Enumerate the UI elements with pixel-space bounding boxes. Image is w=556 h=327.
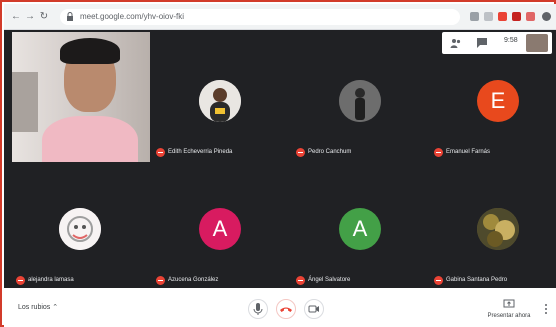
participant-tile[interactable]: Edith Echeverria Pineda: [154, 40, 284, 160]
mic-off-icon: [434, 276, 443, 285]
present-now-label: Presentar ahora: [487, 313, 531, 319]
lock-icon: [67, 12, 73, 21]
back-icon[interactable]: ←: [10, 11, 22, 23]
participant-name: Edith Echeverria Pineda: [168, 149, 233, 155]
extension-icon[interactable]: [498, 12, 507, 21]
address-bar[interactable]: meet.google.com/yhv-oiov-fki: [60, 9, 460, 25]
mic-off-icon: [156, 276, 165, 285]
participant-tile[interactable]: A Ángel Salvatore: [294, 168, 424, 288]
participant-name: Emanuel Farnás: [446, 149, 491, 155]
leave-call-button[interactable]: [276, 299, 296, 319]
avatar: E: [477, 80, 519, 122]
dot: [545, 308, 547, 310]
avatar: [477, 208, 519, 250]
participant-tile[interactable]: Pedro Canchum: [294, 40, 424, 160]
dot: [545, 304, 547, 306]
reload-icon[interactable]: ↻: [38, 11, 50, 23]
avatar-initial: A: [352, 216, 368, 241]
microphone-icon: [253, 303, 263, 315]
participant-figure: [60, 38, 120, 64]
extension-icon[interactable]: [512, 12, 521, 21]
camera-button[interactable]: [304, 299, 324, 319]
participant-name: Pedro Canchum: [308, 149, 352, 155]
participant-tile[interactable]: Gabina Santana Pedro: [432, 168, 556, 288]
participant-tile[interactable]: alejandra lamasa: [14, 168, 144, 288]
extension-icon[interactable]: [470, 12, 479, 21]
participant-figure: [42, 116, 138, 162]
meeting-controls-bar: Los rubios ⌃ Presentar ahora: [4, 288, 556, 327]
avatar: A: [199, 208, 241, 250]
participant-tile[interactable]: E Emanuel Farnás: [432, 40, 556, 160]
present-now-button[interactable]: Presentar ahora: [484, 296, 534, 322]
participant-photo: [477, 208, 519, 250]
browser-toolbar: ← → ↻ meet.google.com/yhv-oiov-fki: [4, 4, 556, 30]
avatar: [59, 208, 101, 250]
participant-name: Gabina Santana Pedro: [446, 277, 508, 283]
meeting-details-button[interactable]: Los rubios ⌃: [18, 303, 58, 311]
avatar: [339, 80, 381, 122]
participant-photo: [59, 208, 101, 250]
participant-photo: [339, 80, 381, 122]
meeting-details-label: Los rubios: [18, 304, 51, 311]
forward-icon[interactable]: →: [24, 11, 36, 23]
avatar-initial: A: [212, 216, 228, 241]
mic-off-icon: [16, 276, 25, 285]
microphone-button[interactable]: [248, 299, 268, 319]
present-screen-icon: [503, 299, 515, 308]
app-window: ← → ↻ meet.google.com/yhv-oiov-fki 9:58 …: [0, 0, 556, 327]
mic-off-icon: [156, 148, 165, 157]
video-background: [12, 72, 38, 132]
participant-name: Ángel Salvatore: [308, 277, 351, 283]
dot: [545, 312, 547, 314]
mic-off-icon: [296, 148, 305, 157]
participant-tile[interactable]: A Azucena González: [154, 168, 284, 288]
chevron-up-icon: ⌃: [52, 304, 59, 311]
avatar: [199, 80, 241, 122]
extension-icon[interactable]: [526, 12, 535, 21]
participant-name: Azucena González: [168, 277, 219, 283]
camera-icon: [308, 305, 319, 313]
meeting-stage: 9:58 Edith Echeverria Pineda Pedro Canch…: [4, 30, 556, 288]
profile-icon[interactable]: [542, 12, 551, 21]
more-options-icon[interactable]: [542, 302, 550, 316]
hang-up-icon: [280, 307, 292, 312]
participant-name: alejandra lamasa: [28, 277, 74, 283]
avatar: A: [339, 208, 381, 250]
url-text: meet.google.com/yhv-oiov-fki: [80, 12, 185, 21]
mic-off-icon: [296, 276, 305, 285]
self-video-tile[interactable]: [12, 32, 150, 162]
mic-off-icon: [434, 148, 443, 157]
avatar-initial: E: [490, 88, 506, 113]
participant-photo: [199, 80, 241, 122]
extension-icon[interactable]: [484, 12, 493, 21]
